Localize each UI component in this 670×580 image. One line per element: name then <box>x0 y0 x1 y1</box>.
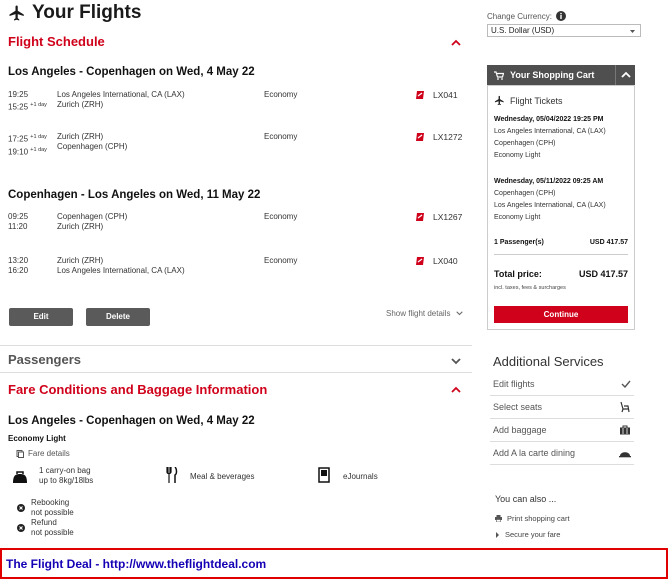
cart-icon <box>494 70 504 80</box>
airline-logo-icon <box>415 132 425 142</box>
divider <box>0 345 472 346</box>
flight-number: LX1267 <box>415 212 462 222</box>
segment-class: Economy <box>264 90 298 99</box>
service-edit-flights[interactable]: Edit flights <box>490 373 634 396</box>
bag-allowance: 1 carry-on bag up to 8kg/18lbs <box>39 466 94 485</box>
airline-logo-icon <box>415 90 425 100</box>
fare-details-link[interactable]: Fare details <box>16 449 70 458</box>
airplane-icon <box>494 95 504 106</box>
fare-route-title: Los Angeles - Copenhagen on Wed, 4 May 2… <box>8 415 255 427</box>
taxes-note: incl. taxes, fees & surcharges <box>494 285 566 291</box>
ejournals-text: eJournals <box>343 472 378 481</box>
segment-airports: Los Angeles International, CA (LAX) Zuri… <box>57 90 185 109</box>
chevron-down-icon <box>456 311 464 316</box>
tablet-icon <box>318 467 330 483</box>
additional-services-title: Additional Services <box>493 354 604 369</box>
divider <box>494 254 628 255</box>
dropdown-arrow-icon <box>630 30 635 33</box>
flight-number: LX041 <box>415 90 458 100</box>
flight-number: LX040 <box>415 256 458 266</box>
cart-outbound: Wednesday, 05/04/2022 19:25 PM Los Angel… <box>494 116 606 159</box>
segment-class: Economy <box>264 212 298 221</box>
segment-times: 19:25 15:25 +1 day <box>8 90 58 113</box>
collapse-cart-button[interactable] <box>615 65 635 85</box>
show-flight-details-link[interactable]: Show flight details <box>386 309 464 318</box>
not-possible-icon <box>17 504 25 512</box>
cart-passengers-row: 1 Passenger(s) USD 417.57 <box>494 239 628 246</box>
currency-select[interactable]: U.S. Dollar (USD) <box>487 24 641 37</box>
edit-button[interactable]: Edit <box>9 308 73 326</box>
rebooking-text: Rebooking not possible <box>31 498 74 517</box>
chevron-up-icon <box>621 71 631 78</box>
passengers-title: Passengers <box>8 352 81 367</box>
not-possible-icon <box>17 524 25 532</box>
secure-fare-link[interactable]: Secure your fare <box>495 530 560 539</box>
day-offset: +1 day <box>30 102 47 108</box>
flight-number: LX1272 <box>415 132 462 142</box>
cart-total-row: Total price: USD 417.57 <box>494 269 628 279</box>
you-can-also-title: You can also ... <box>495 494 557 504</box>
check-icon <box>621 380 631 388</box>
segment-class: Economy <box>264 132 298 141</box>
refund-text: Refund not possible <box>31 518 74 537</box>
bag-icon <box>11 470 29 484</box>
arrow-right-icon <box>496 531 499 538</box>
footer-banner: The Flight Deal - http://www.theflightde… <box>0 548 668 579</box>
suitcase-icon <box>620 425 630 435</box>
collapse-schedule-icon[interactable] <box>451 39 461 47</box>
segment-airports: Copenhagen (CPH) Zurich (ZRH) <box>57 212 128 231</box>
currency-label: Change Currency: <box>487 11 566 21</box>
segment-airports: Zurich (ZRH) Copenhagen (CPH) <box>57 132 128 151</box>
segment-times: 17:25 +1 day 19:10 +1 day <box>8 134 47 157</box>
segment-class: Economy <box>264 256 298 265</box>
airline-logo-icon <box>415 212 425 222</box>
service-add-dining[interactable]: Add A la carte dining <box>490 442 634 465</box>
page-title: Your Flights <box>8 2 141 24</box>
document-icon <box>16 449 24 458</box>
segment-times: 13:20 16:20 <box>8 256 29 275</box>
delete-button[interactable]: Delete <box>86 308 150 326</box>
meal-text: Meal & beverages <box>190 472 255 481</box>
footer-text[interactable]: The Flight Deal - http://www.theflightde… <box>2 550 666 571</box>
page-title-text: Your Flights <box>32 2 142 23</box>
flight-schedule-title: Flight Schedule <box>8 34 105 49</box>
expand-passengers-icon[interactable] <box>451 357 461 365</box>
fare-conditions-title: Fare Conditions and Baggage Information <box>8 382 268 397</box>
airline-logo-icon <box>415 256 425 266</box>
cloche-icon <box>619 451 631 457</box>
continue-button[interactable]: Continue <box>494 306 628 323</box>
shopping-cart-header: Your Shopping Cart <box>487 65 635 85</box>
arr-time: 15:25 <box>8 102 29 112</box>
info-icon[interactable] <box>555 11 566 21</box>
cutlery-icon <box>166 467 178 483</box>
service-add-baggage[interactable]: Add baggage <box>490 419 634 442</box>
collapse-fare-icon[interactable] <box>451 386 461 394</box>
segment-airports: Zurich (ZRH) Los Angeles International, … <box>57 256 185 275</box>
segment-times: 09:25 11:20 <box>8 212 29 231</box>
cart-inbound: Wednesday, 05/11/2022 09:25 AM Copenhage… <box>494 178 606 221</box>
services-list: Edit flights Select seats Add baggage Ad… <box>490 373 634 465</box>
print-cart-link[interactable]: Print shopping cart <box>495 514 570 523</box>
outbound-route-title: Los Angeles - Copenhagen on Wed, 4 May 2… <box>8 66 255 78</box>
service-select-seats[interactable]: Select seats <box>490 396 634 419</box>
airplane-icon <box>8 4 26 22</box>
flight-tickets-heading: Flight Tickets <box>494 95 563 106</box>
inbound-route-title: Copenhagen - Los Angeles on Wed, 11 May … <box>8 189 261 201</box>
dep-time: 19:25 <box>8 90 29 99</box>
fare-class-name: Economy Light <box>8 434 66 443</box>
divider <box>0 372 472 373</box>
seat-icon <box>620 401 630 413</box>
printer-icon <box>495 515 502 522</box>
